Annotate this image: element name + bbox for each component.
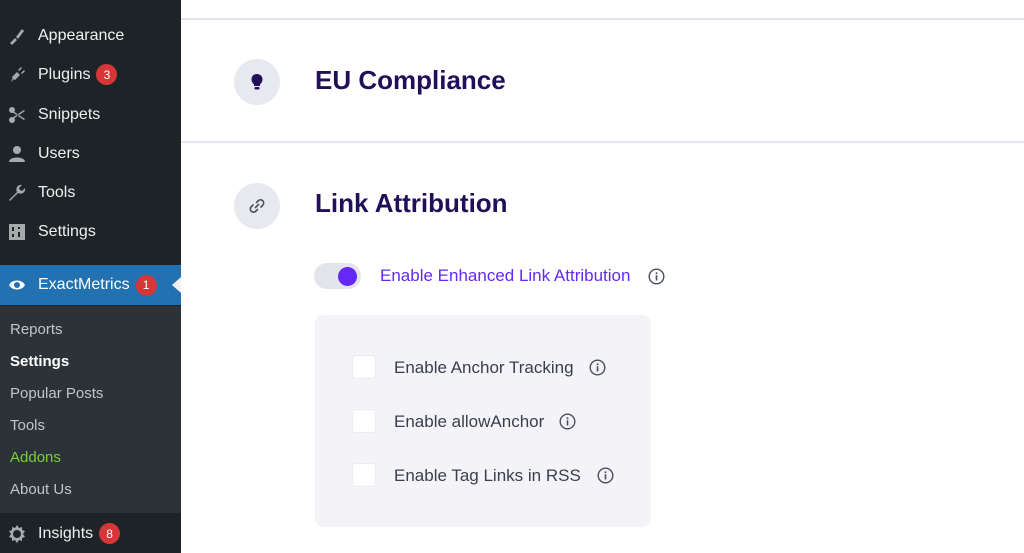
user-icon [7, 144, 27, 164]
settings-sliders-icon [7, 222, 27, 242]
section-title-link-attribution: Link Attribution [315, 188, 508, 218]
submenu-item-reports[interactable]: Reports [10, 321, 63, 338]
menu-label: Snippets [38, 105, 101, 123]
wrench-icon [7, 183, 27, 203]
info-icon[interactable] [589, 359, 606, 376]
info-icon[interactable] [648, 268, 665, 285]
section-title-eu-compliance: EU Compliance [315, 65, 506, 95]
allow-anchor-checkbox[interactable] [352, 409, 376, 433]
link-icon [234, 183, 280, 229]
settings-content: EU Compliance Link Attribution Enable En… [181, 0, 1024, 553]
menu-item-settings[interactable]: Settings [0, 212, 181, 251]
menu-item-plugins[interactable]: Plugins 3 [0, 55, 181, 94]
menu-item-snippets[interactable]: Snippets [0, 95, 181, 134]
menu-label: Appearance [38, 26, 125, 44]
current-menu-arrow [172, 277, 181, 293]
update-count-badge: 3 [96, 64, 118, 85]
exactmetrics-logo-icon [7, 275, 27, 295]
menu-item-tools[interactable]: Tools [0, 173, 181, 212]
info-icon[interactable] [559, 413, 576, 430]
tag-links-rss-checkbox[interactable] [352, 463, 376, 487]
menu-item-appearance[interactable]: Appearance [0, 16, 181, 55]
insights-gear-icon [7, 524, 27, 544]
scissors-icon [7, 105, 27, 125]
enhanced-link-attribution-toggle[interactable] [314, 263, 361, 289]
menu-label: Plugins [38, 65, 91, 83]
menu-label: ExactMetrics [38, 276, 130, 293]
lightbulb-icon [234, 59, 280, 105]
plugin-icon [7, 65, 27, 85]
menu-item-users[interactable]: Users [0, 134, 181, 173]
admin-sidebar: Appearance Plugins 3 Snippets Users Tool… [0, 0, 181, 553]
exactmetrics-submenu: Reports Settings Popular Posts Tools Add… [0, 306, 181, 513]
toggle-knob [338, 267, 357, 286]
notification-badge: 1 [135, 274, 157, 296]
section-divider [181, 141, 1024, 143]
submenu-item-about-us[interactable]: About Us [10, 481, 72, 498]
enhanced-link-attribution-label[interactable]: Enable Enhanced Link Attribution [380, 266, 630, 286]
anchor-tracking-label[interactable]: Enable Anchor Tracking [394, 358, 574, 378]
menu-label: Settings [38, 222, 96, 240]
link-attribution-options: Enable Anchor Tracking Enable allowAncho… [315, 315, 651, 527]
submenu-item-tools[interactable]: Tools [10, 417, 45, 434]
menu-label: Users [38, 144, 80, 162]
submenu-item-popular-posts[interactable]: Popular Posts [10, 385, 103, 402]
menu-label: Insights [38, 524, 94, 542]
section-divider [181, 18, 1024, 20]
menu-label: Tools [38, 183, 76, 201]
tag-links-rss-label[interactable]: Enable Tag Links in RSS [394, 466, 581, 486]
notification-badge: 8 [99, 523, 121, 544]
menu-item-exactmetrics[interactable]: ExactMetrics 1 [0, 265, 181, 305]
paintbrush-icon [7, 26, 27, 46]
submenu-item-settings[interactable]: Settings [10, 353, 69, 370]
allow-anchor-label[interactable]: Enable allowAnchor [394, 412, 544, 432]
menu-item-insights[interactable]: Insights 8 [0, 514, 181, 553]
submenu-item-addons[interactable]: Addons [10, 449, 61, 466]
info-icon[interactable] [597, 467, 614, 484]
anchor-tracking-checkbox[interactable] [352, 355, 376, 379]
